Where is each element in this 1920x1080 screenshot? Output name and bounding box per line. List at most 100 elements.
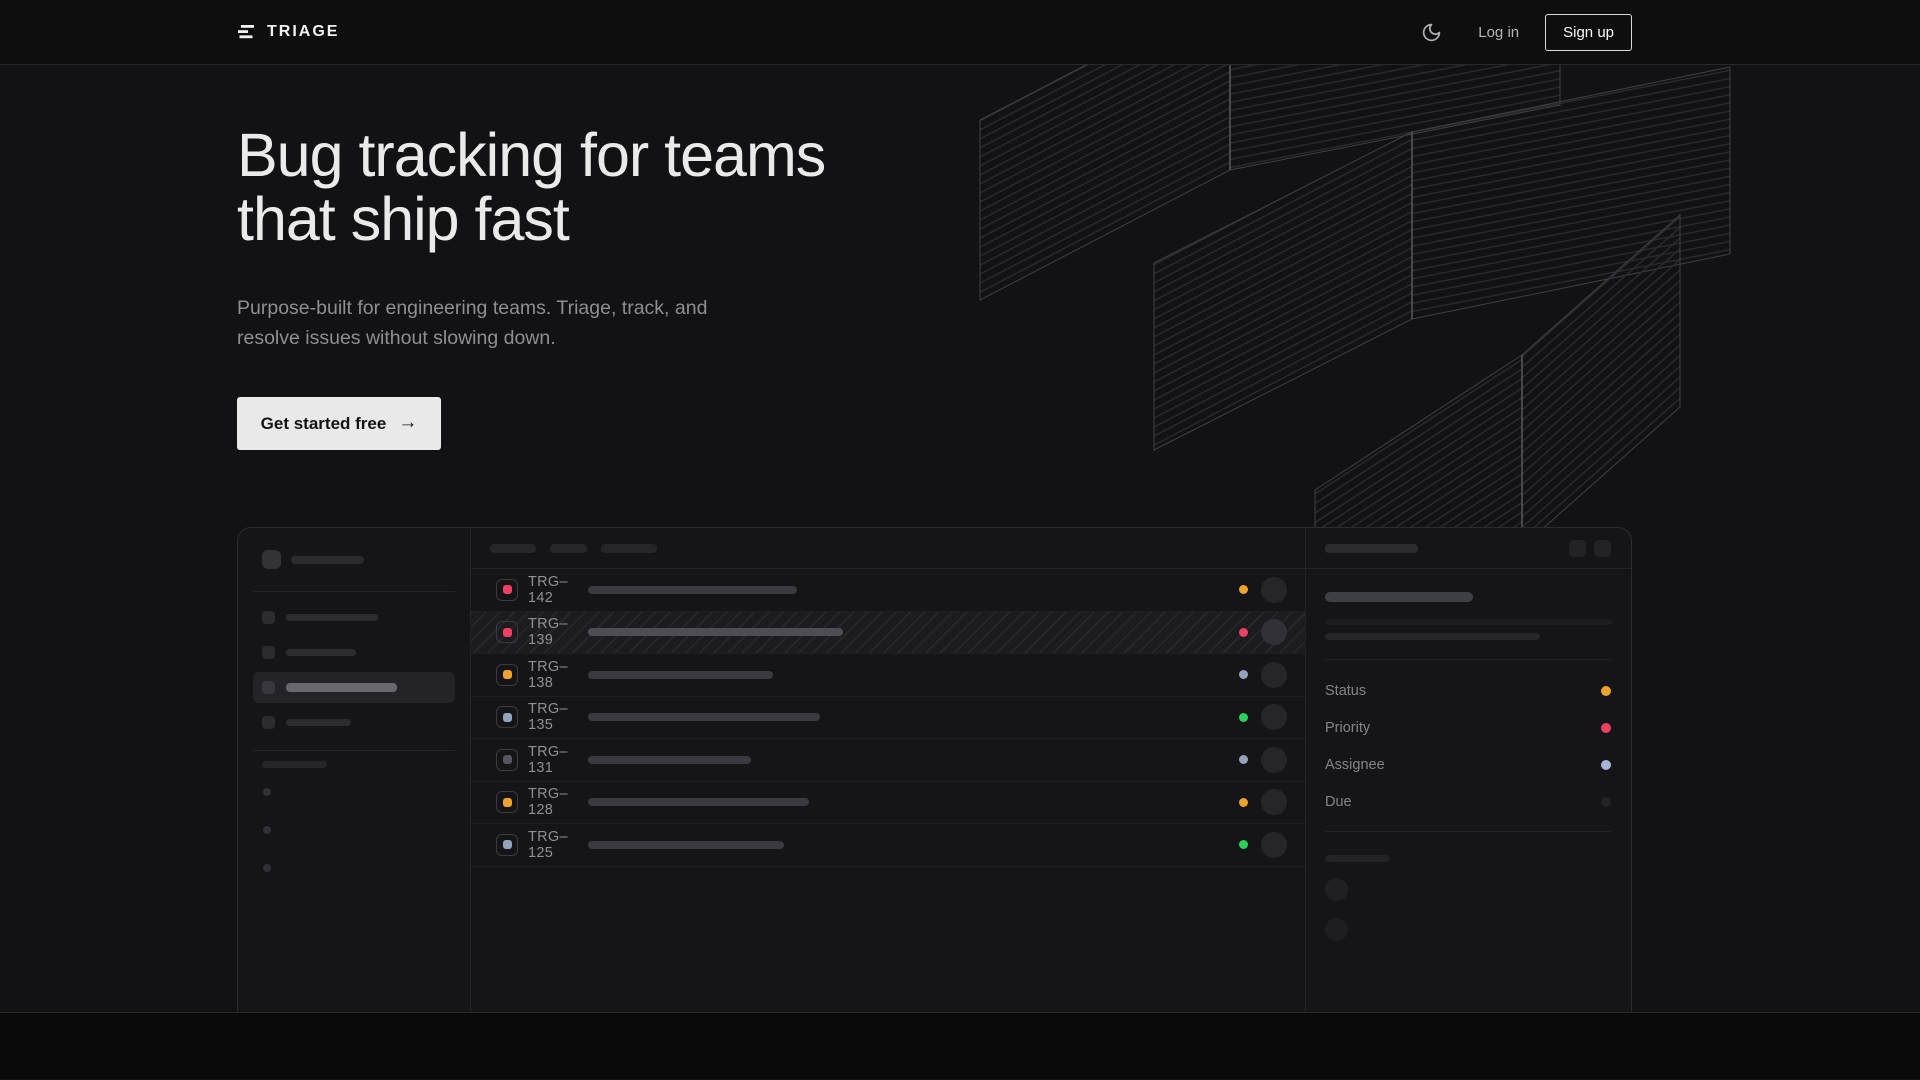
moon-icon (1421, 22, 1442, 43)
detail-field-row: Assignee (1325, 746, 1611, 783)
sidebar-item (253, 707, 455, 738)
cta-label: Get started free (261, 414, 387, 434)
issue-row: TRG–125 (471, 824, 1305, 867)
detail-header (1306, 528, 1631, 569)
comment-avatar-placeholder (1325, 878, 1348, 901)
workspace-avatar (262, 550, 281, 569)
issue-type-icon (496, 579, 518, 601)
nav-icon-placeholder (262, 646, 275, 659)
issue-title-placeholder (588, 798, 809, 806)
issue-type-icon (496, 791, 518, 813)
field-label: Priority (1325, 720, 1370, 736)
activity-label-placeholder (1325, 855, 1390, 862)
assignee-avatar (1261, 619, 1287, 645)
get-started-button[interactable]: Get started free → (237, 397, 441, 450)
detail-field-row: Priority (1325, 709, 1611, 746)
hero-section: Bug tracking for teams that ship fast Pu… (0, 65, 1920, 1013)
list-dot (263, 826, 271, 834)
issue-id: TRG–142 (528, 574, 588, 606)
filter-placeholder (601, 544, 657, 553)
wireframe-slab (1154, 67, 1730, 450)
issue-detail-panel: Status Priority Assignee Due (1305, 528, 1631, 1013)
field-value-dot (1601, 686, 1611, 696)
issue-type-icon (496, 749, 518, 771)
hero-subtitle: Purpose-built for engineering teams. Tri… (237, 293, 707, 353)
triage-bars-icon (237, 24, 256, 40)
issue-title-placeholder (588, 671, 773, 679)
detail-body: Status Priority Assignee Due (1306, 569, 1631, 941)
detail-field-row: Status (1325, 672, 1611, 709)
footer (0, 1013, 1920, 1079)
issue-title-placeholder (588, 586, 797, 594)
hero-title: Bug tracking for teams that ship fast (237, 123, 825, 251)
issue-row: TRG–142 (471, 569, 1305, 612)
sidebar-dot-list (263, 788, 455, 872)
issue-title-placeholder (588, 713, 820, 721)
issue-id: TRG–135 (528, 701, 588, 733)
signup-button[interactable]: Sign up (1545, 14, 1632, 51)
divider (253, 591, 455, 592)
detail-action-button (1594, 540, 1611, 557)
issue-id: TRG–139 (528, 616, 588, 648)
issue-list-header (471, 528, 1305, 569)
nav-label-placeholder (286, 719, 351, 726)
issue-title-placeholder (588, 756, 751, 764)
field-label: Assignee (1325, 757, 1385, 773)
issue-type-icon (496, 621, 518, 643)
issue-row: TRG–139 (471, 612, 1305, 655)
workspace-switcher (253, 550, 455, 569)
sidebar-item (253, 602, 455, 633)
divider (253, 750, 455, 751)
workspace-name-placeholder (291, 556, 364, 564)
detail-fields: Status Priority Assignee Due (1325, 660, 1611, 820)
issue-title-placeholder (1325, 592, 1473, 602)
detail-action-button (1569, 540, 1586, 557)
top-nav: TRIAGE Log in Sign up (0, 0, 1920, 65)
nav-icon-placeholder (262, 681, 275, 694)
status-dot (1239, 670, 1248, 679)
field-label: Due (1325, 794, 1352, 810)
sidebar-item (253, 637, 455, 668)
status-dot (1239, 628, 1248, 637)
nav-icon-placeholder (262, 716, 275, 729)
description-line-placeholder (1325, 619, 1612, 625)
nav-label-placeholder (286, 614, 378, 621)
assignee-avatar (1261, 662, 1287, 688)
section-label-placeholder (262, 761, 327, 768)
wireframe-slab (980, 65, 1560, 300)
description-line-placeholder (1325, 633, 1540, 640)
issue-list: TRG–142 TRG–139 TRG–138 TRG–135 TRG–131 (471, 528, 1305, 1013)
brand[interactable]: TRIAGE (237, 23, 339, 41)
assignee-avatar (1261, 832, 1287, 858)
issue-id: TRG–138 (528, 659, 588, 691)
issue-title-placeholder (588, 841, 784, 849)
issue-row: TRG–128 (471, 782, 1305, 825)
issue-row: TRG–131 (471, 739, 1305, 782)
detail-field-row: Due (1325, 783, 1611, 820)
assignee-avatar (1261, 704, 1287, 730)
comment-avatar-placeholder (1325, 918, 1348, 941)
issue-type-icon (496, 664, 518, 686)
field-label: Status (1325, 683, 1366, 699)
arrow-right-icon: → (398, 412, 417, 434)
field-value-dot (1601, 760, 1611, 770)
theme-toggle-button[interactable] (1418, 19, 1444, 45)
divider (1325, 831, 1611, 832)
assignee-avatar (1261, 747, 1287, 773)
mockup-sidebar (238, 528, 471, 1013)
issue-row: TRG–138 (471, 654, 1305, 697)
sidebar-item-active (253, 672, 455, 703)
issue-row: TRG–135 (471, 697, 1305, 740)
issue-id: TRG–128 (528, 786, 588, 818)
filter-placeholder (490, 544, 536, 553)
issue-id: TRG–125 (528, 829, 588, 861)
detail-title-placeholder (1325, 544, 1418, 553)
issue-title-placeholder (588, 628, 843, 636)
login-link[interactable]: Log in (1478, 24, 1519, 41)
status-dot (1239, 840, 1248, 849)
issue-id: TRG–131 (528, 744, 588, 776)
issue-rows: TRG–142 TRG–139 TRG–138 TRG–135 TRG–131 (471, 569, 1305, 867)
status-dot (1239, 755, 1248, 764)
brand-name: TRIAGE (267, 23, 339, 41)
status-dot (1239, 798, 1248, 807)
